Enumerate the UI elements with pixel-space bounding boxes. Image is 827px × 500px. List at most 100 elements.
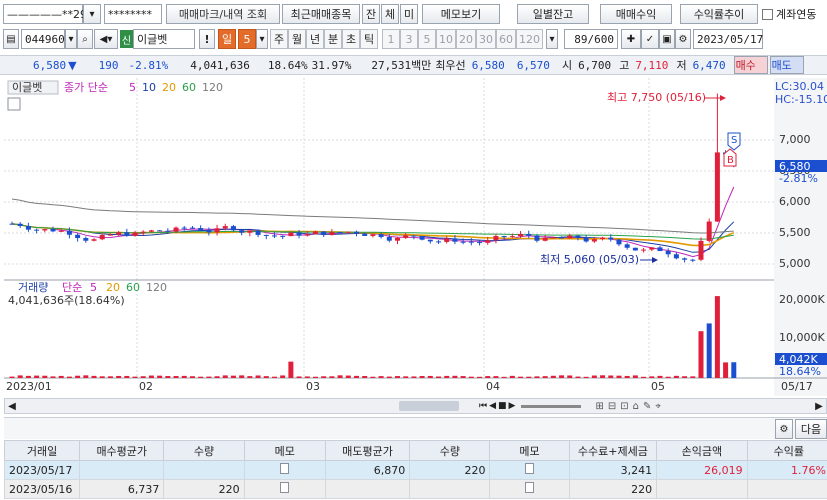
speed-slider[interactable] [521, 404, 582, 408]
account-dropdown-icon[interactable]: ▾ [83, 4, 101, 24]
volume-bar [444, 375, 450, 378]
col-header[interactable]: 메모 [243, 440, 326, 461]
menu-icon[interactable]: ▤ [3, 29, 19, 49]
stock-name-field[interactable]: 이글벳 [133, 29, 195, 49]
password-input[interactable]: ******** [104, 4, 162, 24]
price-volume-chart[interactable]: 이글벳 종가 단순 5 10 20 60 120 LC:30.04 HC:-15… [4, 78, 827, 396]
volume-bar [345, 375, 351, 378]
memo-icon[interactable] [280, 482, 290, 493]
memo-icon[interactable] [525, 463, 535, 474]
gear-icon[interactable]: ⚙ [775, 419, 793, 439]
recent-trades-button[interactable]: 최근매매종목 [282, 4, 360, 24]
return-trend-button[interactable]: 수익률추이 [680, 4, 758, 24]
pen-icon[interactable]: ✎ [643, 401, 651, 412]
memo-view-button[interactable]: 메모보기 [422, 4, 500, 24]
code-dropdown-icon[interactable]: ▾ [65, 29, 77, 49]
scroll-right-icon[interactable]: ▶ [812, 401, 826, 412]
chart-scrollbar[interactable]: ◀ ⏮ ◀ ■ ▶ ⊞ ⊟ ⊡ ⌂ ✎ ⌖ ▶ [4, 398, 827, 414]
trade-profit-button[interactable]: 매매수익 [600, 4, 672, 24]
period-second-button[interactable]: 초 [342, 29, 360, 49]
candle-body [247, 230, 253, 233]
high-note: 최고 7,750 (05/16) [607, 91, 706, 104]
interval-60[interactable]: 60 [496, 29, 516, 49]
col-header[interactable]: 수량 [163, 440, 245, 461]
zoom-out-icon[interactable]: ⊟ [608, 401, 616, 412]
period-num-select[interactable]: 5 [238, 29, 256, 49]
interval-20[interactable]: 20 [456, 29, 476, 49]
period-month-button[interactable]: 월 [288, 29, 306, 49]
legend-ma10: 10 [142, 81, 156, 94]
table-row[interactable]: 2023/05/16 6,737 220 220 [3, 479, 827, 499]
prev-icon[interactable]: ◀ [489, 401, 496, 411]
period-week-button[interactable]: 주 [270, 29, 288, 49]
candle-body [460, 241, 466, 243]
chart-check-icon[interactable]: ✓ [641, 29, 659, 49]
trade-mark-button[interactable]: 매매마크/내역 조회 [166, 4, 280, 24]
col-header[interactable]: 메모 [489, 440, 570, 461]
interval-30[interactable]: 30 [476, 29, 496, 49]
fit-icon[interactable]: ⊡ [620, 401, 628, 412]
quote-bid: 6,570 [516, 58, 550, 72]
buy-button[interactable]: 매수 [733, 56, 768, 74]
marker-icon[interactable]: ⌖ [655, 401, 661, 412]
interval-10[interactable]: 10 [436, 29, 456, 49]
crosshair-icon[interactable]: ✚ [621, 29, 641, 49]
daily-balance-button[interactable]: 일별잔고 [517, 4, 589, 24]
period-tick-button[interactable]: 틱 [360, 29, 378, 49]
interval-1[interactable]: 1 [382, 29, 400, 49]
col-header[interactable]: 수수료+제세금 [568, 440, 658, 461]
col-header[interactable]: 거래일 [3, 440, 81, 461]
settings-icon[interactable]: ⚙ [675, 29, 691, 49]
alert-button[interactable]: ! [199, 29, 215, 49]
candle-body [673, 254, 679, 259]
save-icon[interactable]: ▣ [659, 29, 675, 49]
period-minute-button[interactable]: 분 [324, 29, 342, 49]
volume-bar [501, 376, 507, 378]
chart-area[interactable]: 이글벳 종가 단순 5 10 20 60 120 LC:30.04 HC:-15… [4, 78, 827, 396]
volume-icon[interactable]: ◀︎▾ [94, 29, 118, 49]
table-cell [656, 479, 748, 499]
col-header[interactable]: 손익금액 [656, 440, 748, 461]
candle-body [255, 230, 261, 235]
next-icon[interactable]: ▶ [509, 401, 516, 411]
unfilled-button[interactable]: 미 [400, 4, 418, 24]
checkbox-box[interactable] [762, 8, 773, 20]
date-field[interactable]: 2023/05/17 [693, 29, 763, 49]
balance-button[interactable]: 잔 [362, 4, 380, 24]
col-header[interactable]: 매도평균가 [324, 440, 411, 461]
code-input[interactable]: 044960 [21, 29, 65, 49]
memo-icon[interactable] [280, 463, 290, 474]
next-page-button[interactable]: 다음 [795, 419, 827, 439]
zoom-icon[interactable]: ⊞ [595, 401, 603, 412]
interval-3[interactable]: 3 [400, 29, 418, 49]
candle-body [624, 244, 630, 248]
stop-icon[interactable]: ■ [498, 401, 507, 411]
period-year-button[interactable]: 년 [306, 29, 324, 49]
search-icon[interactable]: ⌕ [77, 29, 93, 49]
interval-60-label: 60 [499, 32, 513, 46]
count-field[interactable]: 89/600 [564, 29, 618, 49]
filled-button[interactable]: 체 [381, 4, 399, 24]
interval-120[interactable]: 120 [516, 29, 543, 49]
account-select[interactable]: —————**29 [3, 4, 87, 24]
period-dropdown-icon[interactable]: ▾ [256, 29, 268, 49]
scroll-left-icon[interactable]: ◀ [5, 401, 19, 412]
account-link-checkbox[interactable]: 계좌연동 [762, 6, 816, 22]
tool-icon[interactable]: ⌂ [633, 401, 639, 412]
col-header[interactable]: 수량 [409, 440, 491, 461]
sell-button[interactable]: 매도 [769, 56, 804, 74]
memo-icon[interactable] [525, 482, 535, 493]
candle-body [632, 247, 638, 251]
col-header[interactable]: 수익률 [746, 440, 827, 461]
rewind-icon[interactable]: ⏮ [479, 401, 487, 411]
interval-5[interactable]: 5 [418, 29, 436, 49]
interval-dropdown-icon[interactable]: ▾ [546, 29, 558, 49]
scroll-thumb[interactable] [399, 401, 459, 411]
scroll-track[interactable] [19, 401, 399, 411]
count-value: 89/600 [574, 32, 614, 46]
quote-amount: 27,531백만 [371, 59, 432, 72]
x-tick-last: 05/17 [781, 380, 813, 393]
table-row[interactable]: 2023/05/17 6,870 220 3,241 26,019 1.76% [3, 460, 827, 480]
period-day-button[interactable]: 일 [218, 29, 236, 49]
col-header[interactable]: 매수평균가 [79, 440, 165, 461]
